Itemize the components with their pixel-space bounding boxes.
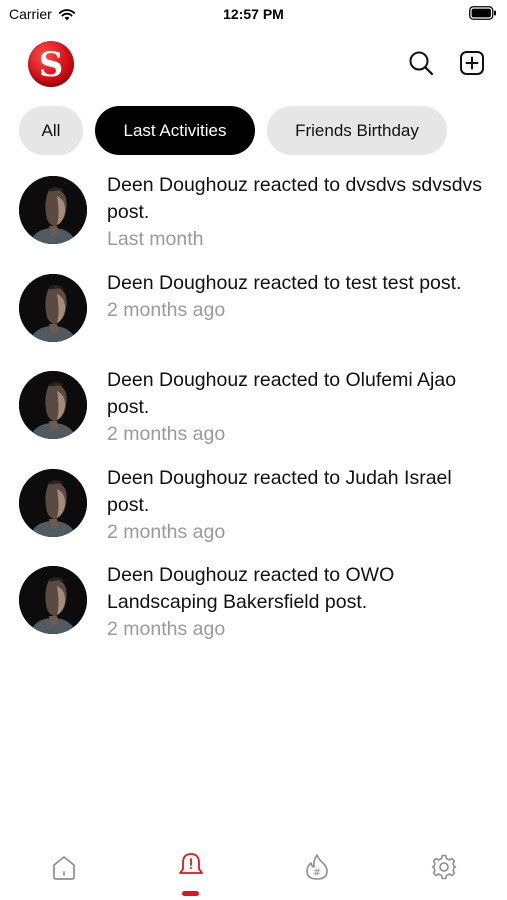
notification-item[interactable]: Deen Doughouz reacted to Judah Israel po… [0,465,507,563]
user-photo-icon [19,176,87,244]
avatar[interactable] [19,371,87,439]
home-icon [53,856,75,880]
avatar[interactable] [19,273,87,342]
notification-item[interactable]: Deen Doughouz reacted to OWO Landscaping… [0,562,507,660]
notification-message: Deen Doughouz reacted to test test post. [107,271,462,294]
notification-item[interactable]: Deen Doughouz reacted to test test post.… [0,270,507,368]
app-logo[interactable]: S [28,41,74,87]
notification-item[interactable]: Deen Doughouz reacted to dvsdvs sdvsdvs … [0,172,507,270]
filter-friends-birthday[interactable]: Friends Birthday [267,106,447,155]
user-photo-icon [19,468,87,537]
svg-text:#: # [313,868,321,879]
search-icon [409,51,434,76]
status-time: 12:57 PM [223,6,284,22]
tab-settings[interactable] [429,852,459,882]
notification-time: Last month [107,228,204,250]
gear-icon [431,854,457,880]
notification-item[interactable]: Deen Doughouz reacted to Olufemi Ajao po… [0,367,507,465]
user-photo-icon [19,273,87,342]
status-bar: Carrier 12:57 PM [0,0,507,28]
notification-message: Deen Doughouz reacted to dvsdvs sdvsdvs … [107,174,483,223]
search-button[interactable] [408,50,434,76]
tab-notifications[interactable] [176,850,206,880]
plus-square-icon [460,51,484,75]
logo-letter: S [38,44,64,85]
filter-last-activities[interactable]: Last Activities [95,106,255,155]
bottom-tab-bar: # [0,840,507,900]
notification-message: Deen Doughouz reacted to OWO Landscaping… [107,564,395,613]
notification-time: 2 months ago [107,298,226,321]
tab-home[interactable] [49,852,79,882]
trending-hashtag-icon: # [306,854,328,880]
notification-message: Deen Doughouz reacted to Olufemi Ajao po… [107,369,457,418]
app-header: S [0,38,507,94]
filter-all[interactable]: All [19,106,83,155]
notification-message: Deen Doughouz reacted to Judah Israel po… [107,466,452,516]
tab-trending[interactable]: # [302,852,332,882]
notification-time: 2 months ago [107,520,226,543]
active-tab-indicator [182,891,199,896]
notification-time: 2 months ago [107,423,226,445]
create-post-button[interactable] [459,50,485,76]
user-photo-icon [19,371,87,439]
avatar[interactable] [19,468,87,537]
notification-time: 2 months ago [107,618,226,640]
user-photo-icon [19,566,87,634]
filter-tabs: All Last Activities Friends Birthday [19,106,447,155]
notification-list: Deen Doughouz reacted to dvsdvs sdvsdvs … [0,172,507,660]
avatar[interactable] [19,566,87,634]
bell-icon [179,853,203,874]
battery-icon [469,6,496,20]
avatar[interactable] [19,176,87,244]
